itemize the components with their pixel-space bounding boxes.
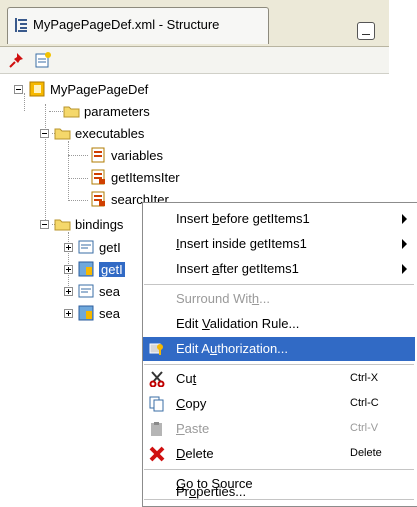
paste-icon — [151, 422, 162, 436]
submenu-arrow-icon — [402, 264, 407, 274]
folder-icon — [54, 219, 71, 231]
menu-cut[interactable]: Cut Ctrl-X — [143, 367, 415, 391]
expand-icon[interactable] — [64, 264, 73, 274]
authorization-icon — [149, 343, 163, 355]
menu-insert-before[interactable]: Insert before getItems1 — [143, 207, 415, 231]
menu-properties[interactable]: Properties... — [143, 482, 415, 504]
method-binding-icon — [78, 305, 94, 321]
attribute-binding-icon — [78, 284, 94, 298]
menu-separator — [144, 284, 414, 285]
collapse-icon[interactable] — [40, 128, 49, 138]
menu-delete[interactable]: Delete Delete — [143, 442, 415, 466]
submenu-arrow-icon — [402, 214, 407, 224]
page-definition-icon — [29, 81, 45, 97]
menu-insert-after[interactable]: Insert after getItems1 — [143, 257, 415, 281]
submenu-arrow-icon — [402, 239, 407, 249]
collapse-icon[interactable] — [14, 84, 23, 94]
collapse-icon[interactable] — [40, 219, 49, 229]
iterator-icon — [91, 191, 105, 207]
structure-toolbar — [0, 47, 389, 74]
tree-node-variables[interactable]: variables — [90, 144, 163, 166]
menu-edit-validation-rule[interactable]: Edit Validation Rule... — [143, 312, 415, 336]
iterator-icon — [91, 169, 105, 185]
tab-bar: MyPagePageDef.xml - Structure — [0, 0, 389, 47]
menu-separator — [144, 469, 414, 470]
variables-icon — [91, 147, 105, 163]
expand-icon[interactable] — [64, 308, 73, 318]
folder-icon — [54, 128, 71, 140]
menu-insert-inside[interactable]: Insert inside getItems1 — [143, 232, 415, 256]
attribute-binding-icon — [78, 240, 94, 254]
tree-node-binding-2[interactable]: getI — [64, 258, 125, 280]
method-binding-icon — [78, 261, 94, 277]
menu-surround-with: Surround With... — [176, 291, 270, 306]
menu-separator — [144, 364, 414, 365]
tree-node-parameters[interactable]: parameters — [63, 100, 150, 122]
expand-icon[interactable] — [64, 286, 73, 296]
tree-node-bindings[interactable]: bindings — [40, 213, 123, 235]
tree-node-binding-4[interactable]: sea — [64, 302, 120, 324]
tab-structure[interactable]: MyPagePageDef.xml - Structure — [7, 7, 269, 44]
copy-icon — [149, 396, 164, 412]
tree-node-binding-3[interactable]: sea — [64, 280, 120, 302]
menu-paste: Paste Ctrl-V — [143, 417, 415, 441]
minimize-button[interactable] — [357, 22, 375, 40]
pin-icon[interactable] — [8, 51, 26, 69]
new-item-icon[interactable] — [34, 51, 52, 69]
folder-icon — [63, 106, 80, 118]
menu-copy[interactable]: Copy Ctrl-C — [143, 392, 415, 416]
structure-icon — [15, 18, 27, 32]
expand-icon[interactable] — [64, 242, 73, 252]
menu-edit-authorization[interactable]: Edit Authorization... — [143, 337, 415, 361]
context-menu: Insert before getItems1 Insert inside ge… — [142, 202, 417, 507]
tree-node-root[interactable]: MyPagePageDef — [14, 78, 148, 100]
delete-icon — [149, 446, 165, 462]
tree-node-binding-1[interactable]: getI — [64, 236, 121, 258]
scissors-icon — [149, 371, 165, 387]
tab-title: MyPagePageDef.xml - Structure — [33, 17, 220, 32]
tree-node-getitemsiter[interactable]: getItemsIter — [90, 166, 180, 188]
tree-node-executables[interactable]: executables — [40, 122, 144, 144]
